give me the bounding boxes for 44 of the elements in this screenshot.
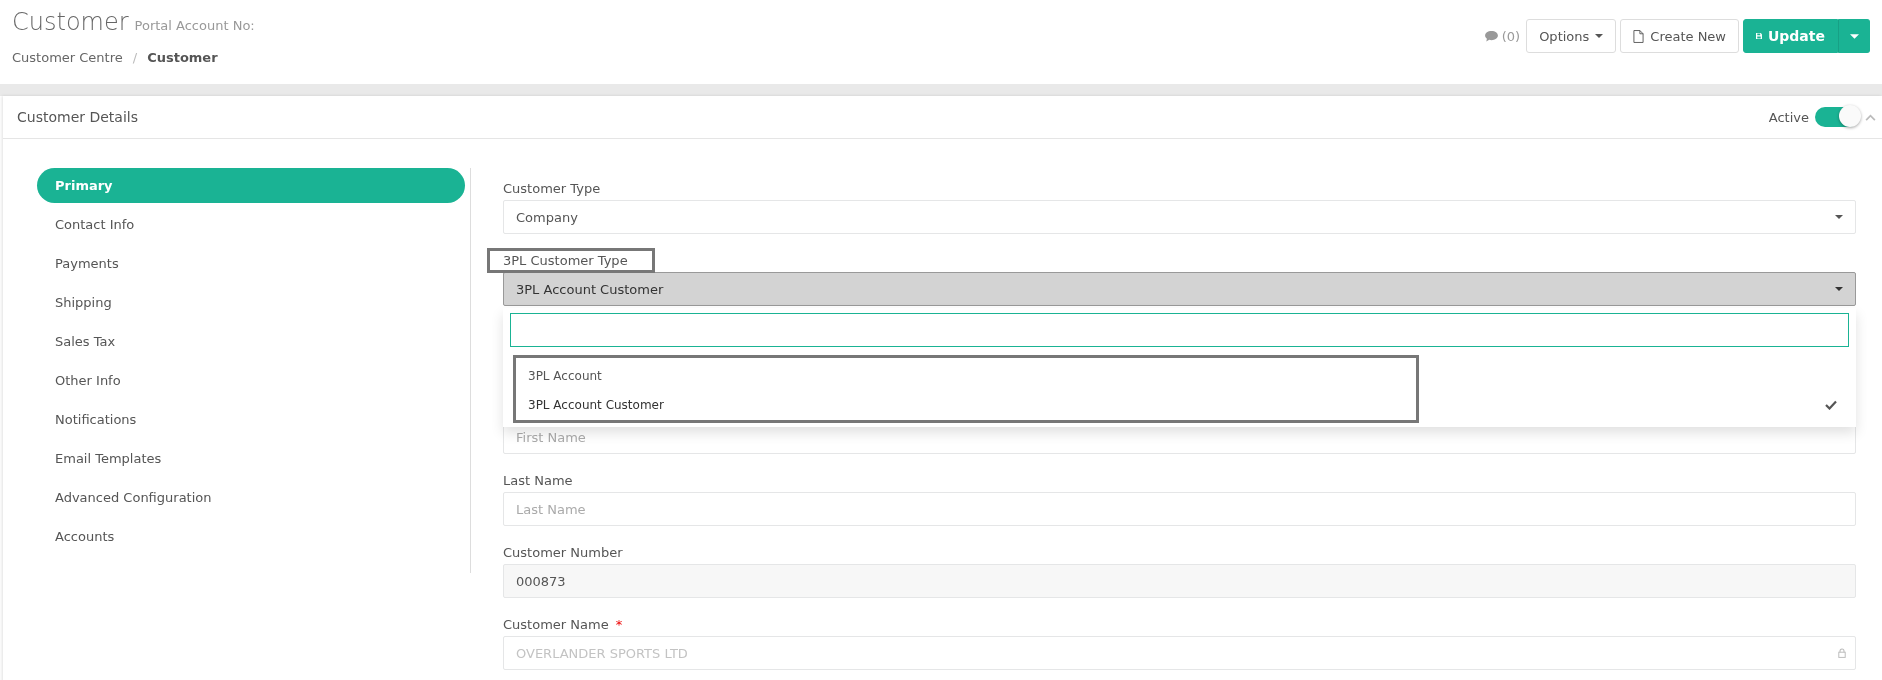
caret-icon <box>1595 34 1604 38</box>
required-mark: * <box>615 616 623 632</box>
comment-count: (0) <box>1501 28 1521 44</box>
lock-icon <box>1838 648 1846 658</box>
comment-icon[interactable] <box>1484 30 1498 42</box>
page-title: Customer <box>12 8 129 36</box>
select-field[interactable]: 3PL Account Customer <box>503 272 1856 306</box>
check-icon <box>1825 399 1837 410</box>
active-toggle[interactable] <box>1815 107 1859 127</box>
dropdown-option[interactable]: 3PL Account Customer <box>510 390 1849 419</box>
search-field[interactable] <box>510 313 1849 347</box>
document-icon <box>1633 29 1645 43</box>
caret-icon <box>1849 33 1859 39</box>
sidebar-item[interactable]: Sales Tax <box>37 324 465 359</box>
chevron-up-icon[interactable] <box>1865 113 1876 121</box>
active-label: Active <box>1768 109 1809 125</box>
sidebar-item[interactable]: Accounts <box>37 519 465 554</box>
sidebar-item[interactable]: Shipping <box>37 285 465 320</box>
field-label: Customer Number <box>502 543 624 562</box>
field-label: Last Name <box>502 471 574 490</box>
card-title: Customer Details <box>17 109 138 125</box>
text-field[interactable]: 000873 <box>503 564 1856 598</box>
sidebar-item[interactable]: Other Info <box>37 363 465 398</box>
save-icon <box>1756 30 1762 42</box>
caret-icon <box>1835 215 1843 219</box>
caret-icon <box>1835 287 1843 291</box>
sidebar-item[interactable]: Contact Info <box>37 207 465 242</box>
options-button[interactable]: Options <box>1526 19 1617 53</box>
breadcrumb: Customer <box>147 50 218 65</box>
field-label: Customer Type <box>502 179 602 198</box>
breadcrumb-separator: / <box>132 50 138 65</box>
dropdown-option[interactable]: 3PL Account <box>510 361 1849 390</box>
select-field[interactable]: Company <box>503 200 1856 234</box>
create-new-button[interactable]: Create New <box>1620 19 1739 53</box>
sidebar-item[interactable]: Email Templates <box>37 441 465 476</box>
field-label: 3PL Customer Type <box>487 247 655 273</box>
sidebar-item[interactable]: Advanced Configuration <box>37 480 465 515</box>
sidebar-item[interactable]: Payments <box>37 246 465 281</box>
update-menu-button[interactable] <box>1838 19 1870 53</box>
breadcrumb[interactable]: Customer Centre <box>12 50 123 65</box>
text-field[interactable]: Last Name <box>503 492 1856 526</box>
portal-account-label: Portal Account No: <box>134 18 255 33</box>
field-label: Customer Name <box>502 615 610 634</box>
sidebar-item[interactable]: Notifications <box>37 402 465 437</box>
